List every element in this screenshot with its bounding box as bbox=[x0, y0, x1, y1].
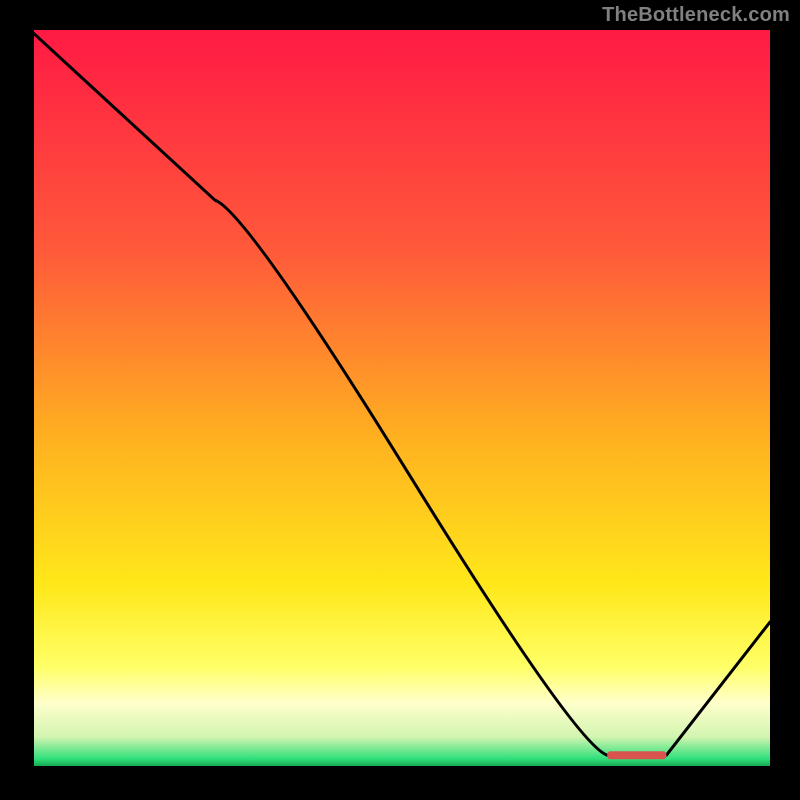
chart-stage: TheBottleneck.com bbox=[0, 0, 800, 800]
x-axis bbox=[30, 766, 770, 770]
plot-area bbox=[30, 30, 770, 770]
y-axis bbox=[30, 30, 34, 770]
gradient-background bbox=[30, 30, 770, 770]
watermark-text: TheBottleneck.com bbox=[602, 4, 790, 27]
chart-svg bbox=[30, 30, 770, 770]
highlight-marker bbox=[607, 751, 666, 759]
